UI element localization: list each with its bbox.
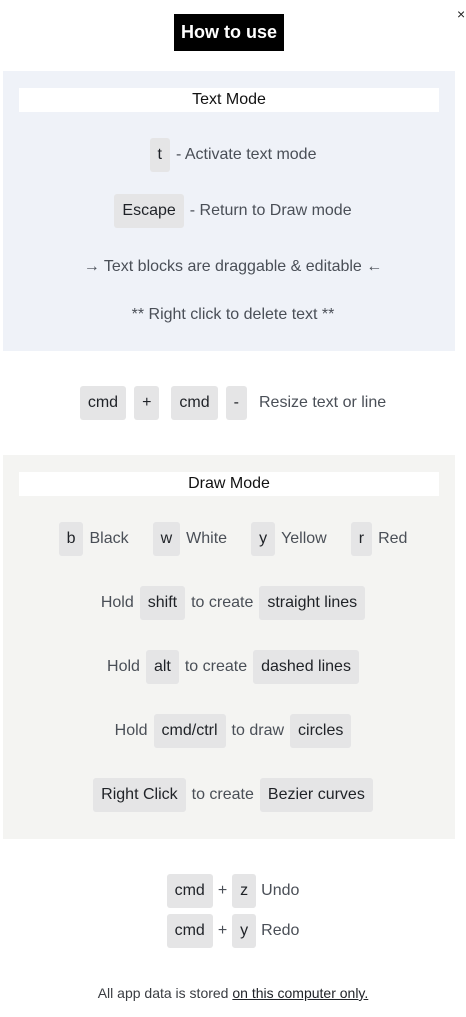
- hold-label: Hold: [107, 658, 140, 675]
- resize-row: cmd + cmd - Resize text or line: [0, 386, 466, 420]
- key-cmd: cmd: [79, 386, 127, 420]
- key-cmd: cmd: [166, 874, 213, 908]
- escape-row: Escape - Return to Draw mode: [0, 194, 466, 228]
- footer: All app data is stored on this computer …: [0, 985, 466, 1001]
- text-mode-heading: Text Mode: [19, 88, 439, 112]
- undo-label: Undo: [261, 882, 300, 899]
- key-escape: Escape: [114, 194, 184, 228]
- color-white-label: White: [186, 530, 228, 547]
- shift-row: Hold shift to create straight lines: [0, 586, 466, 620]
- local-storage-link[interactable]: on this computer only.: [232, 985, 368, 1001]
- hold-label: Hold: [114, 722, 148, 739]
- key-plus: +: [134, 386, 160, 420]
- circles-badge: circles: [290, 714, 352, 748]
- color-red-label: Red: [378, 530, 408, 547]
- plus-label: +: [217, 882, 228, 899]
- redo-row: cmd + y Redo: [0, 914, 466, 948]
- to-create-label: to create: [184, 658, 248, 675]
- to-create-label: to create: [191, 594, 254, 611]
- key-b: b: [58, 522, 84, 556]
- color-keys-row: b Black w White y Yellow r Red: [0, 522, 466, 556]
- dashed-lines-badge: dashed lines: [253, 650, 359, 684]
- key-shift: shift: [139, 586, 186, 620]
- activate-text-desc: - Activate text mode: [175, 146, 317, 163]
- key-r: r: [350, 522, 373, 556]
- key-z: z: [232, 874, 257, 908]
- key-w: w: [152, 522, 181, 556]
- key-cmd: cmd: [166, 914, 213, 948]
- key-y: y: [232, 914, 257, 948]
- redo-label: Redo: [261, 922, 300, 939]
- color-black-label: Black: [89, 530, 129, 547]
- delete-note: ** Right click to delete text **: [0, 306, 466, 324]
- right-click-row: Right Click to create Bezier curves: [0, 778, 466, 812]
- key-cmd: cmd: [171, 386, 218, 420]
- to-create-label: to create: [191, 786, 254, 803]
- key-cmd-ctrl: cmd/ctrl: [153, 714, 226, 748]
- key-minus: -: [225, 386, 247, 420]
- escape-desc: - Return to Draw mode: [189, 202, 352, 219]
- page-title: How to use: [174, 14, 284, 51]
- drag-note-text: → Text blocks are draggable & editable ←: [83, 258, 383, 275]
- key-y: y: [251, 522, 276, 556]
- bezier-curves-badge: Bezier curves: [259, 778, 373, 812]
- close-icon[interactable]: ×: [457, 6, 465, 22]
- cmd-row: Hold cmd/ctrl to draw circles: [0, 714, 466, 748]
- to-draw-label: to draw: [231, 722, 285, 739]
- undo-row: cmd + z Undo: [0, 874, 466, 908]
- plus-label: +: [217, 922, 228, 939]
- footer-text: All app data is stored: [97, 985, 233, 1001]
- drag-note: → Text blocks are draggable & editable ←: [0, 258, 466, 276]
- straight-lines-badge: straight lines: [259, 586, 366, 620]
- activate-text-row: t - Activate text mode: [0, 138, 466, 172]
- key-t: t: [149, 138, 170, 172]
- key-alt: alt: [145, 650, 179, 684]
- hold-label: Hold: [100, 594, 134, 611]
- delete-note-text: ** Right click to delete text **: [131, 306, 335, 323]
- draw-mode-heading: Draw Mode: [19, 472, 439, 496]
- key-right-click: Right Click: [93, 778, 186, 812]
- alt-row: Hold alt to create dashed lines: [0, 650, 466, 684]
- color-yellow-label: Yellow: [281, 530, 327, 547]
- resize-desc: Resize text or line: [258, 394, 387, 411]
